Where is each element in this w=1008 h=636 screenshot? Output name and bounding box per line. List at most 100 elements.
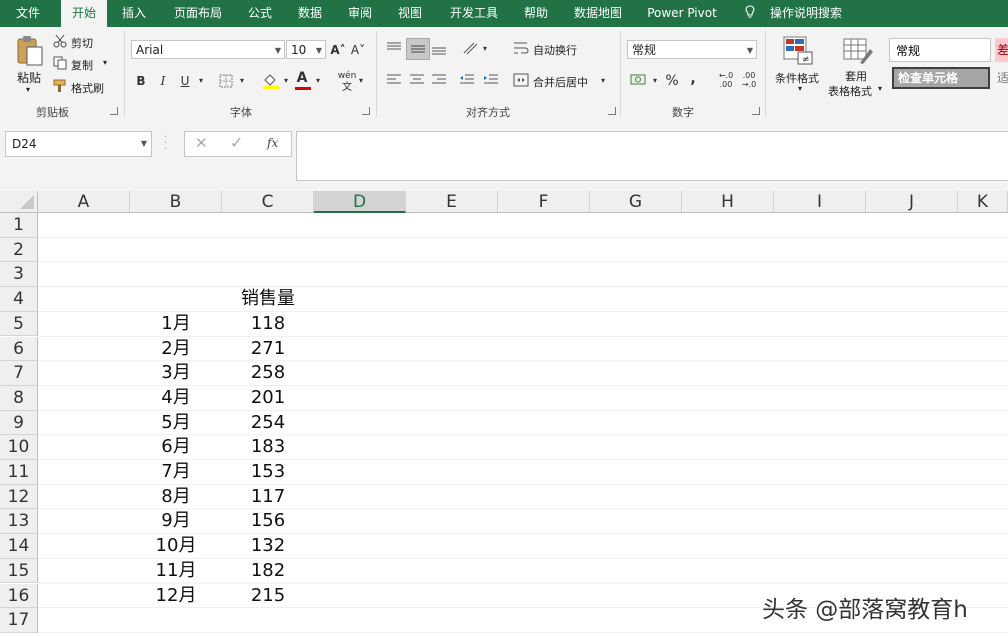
cell-sales[interactable]: 182 xyxy=(222,559,314,584)
chevron-down-icon[interactable]: ▼ xyxy=(141,132,147,156)
column-header-g[interactable]: G xyxy=(590,191,682,213)
column-header-f[interactable]: F xyxy=(498,191,590,213)
italic-button[interactable]: I xyxy=(155,72,171,90)
enter-icon[interactable]: ✓ xyxy=(230,133,243,152)
cell-sales[interactable]: 258 xyxy=(222,361,314,386)
cell-style-bad[interactable]: 差 xyxy=(995,38,1008,62)
font-name-select[interactable]: Arial ▼ xyxy=(131,40,285,59)
cell-sales[interactable]: 215 xyxy=(222,584,314,609)
row-header-1[interactable]: 1 xyxy=(0,213,38,238)
cell-sales[interactable]: 118 xyxy=(222,312,314,337)
column-header-d[interactable]: D xyxy=(314,191,406,213)
align-right-icon[interactable] xyxy=(431,73,447,87)
orientation-dropdown-icon[interactable]: ▾ xyxy=(480,40,490,58)
bold-button[interactable]: B xyxy=(133,72,149,90)
paste-button[interactable]: 粘贴 xyxy=(17,69,41,86)
cell-month[interactable]: 9月 xyxy=(130,509,222,534)
cell-c4-header[interactable]: 销售量 xyxy=(222,287,314,312)
cell-style-normal[interactable]: 常规 xyxy=(889,38,991,62)
tab-insert[interactable]: 插入 xyxy=(114,0,154,27)
copy-dropdown-icon[interactable]: ▾ xyxy=(103,58,107,67)
row-header-12[interactable]: 12 xyxy=(0,484,38,510)
font-size-select[interactable]: 10 ▼ xyxy=(286,40,326,59)
row-header-15[interactable]: 15 xyxy=(0,558,38,584)
cell-sales[interactable]: 117 xyxy=(222,485,314,510)
comma-style-button[interactable]: , xyxy=(687,70,699,88)
orientation-icon[interactable] xyxy=(462,39,480,57)
tab-view[interactable]: 视图 xyxy=(390,0,430,27)
tab-help[interactable]: 帮助 xyxy=(516,0,556,27)
font-color-dropdown-icon[interactable]: ▾ xyxy=(313,72,323,90)
column-header-b[interactable]: B xyxy=(130,191,222,213)
shrink-font-button[interactable]: A˅ xyxy=(350,41,366,59)
format-as-table-icon[interactable] xyxy=(842,35,874,65)
cell-sales[interactable]: 156 xyxy=(222,509,314,534)
cell-sales[interactable]: 271 xyxy=(222,337,314,362)
more-options-icon[interactable]: · · · xyxy=(164,133,168,155)
row-header-4[interactable]: 4 xyxy=(0,287,38,312)
align-bottom-icon[interactable] xyxy=(431,40,447,56)
cell-month[interactable]: 11月 xyxy=(130,559,222,584)
row-header-7[interactable]: 7 xyxy=(0,361,38,386)
wrap-text-icon[interactable] xyxy=(513,40,529,56)
font-color-icon[interactable]: A xyxy=(293,69,311,87)
cell-month[interactable]: 8月 xyxy=(130,485,222,510)
clipboard-launcher-icon[interactable] xyxy=(110,107,118,115)
wrap-text-button[interactable]: 自动换行 xyxy=(533,42,577,58)
decrease-decimal-button[interactable]: .00 →.0 xyxy=(737,71,761,89)
percent-style-button[interactable]: % xyxy=(664,72,680,90)
row-header-16[interactable]: 16 xyxy=(0,583,38,609)
tab-power-pivot[interactable]: Power Pivot xyxy=(640,0,724,27)
cell-sales[interactable]: 254 xyxy=(222,411,314,436)
format-painter-icon[interactable] xyxy=(53,79,67,93)
fill-color-icon[interactable] xyxy=(262,72,280,90)
cell-month[interactable]: 12月 xyxy=(130,584,222,609)
cell-month[interactable]: 2月 xyxy=(130,337,222,362)
row-header-8[interactable]: 8 xyxy=(0,385,38,411)
row-header-5[interactable]: 5 xyxy=(0,311,38,337)
copy-icon[interactable] xyxy=(53,56,67,70)
merge-dropdown-icon[interactable]: ▾ xyxy=(598,72,608,90)
tell-me-search[interactable]: 操作说明搜索 xyxy=(766,0,846,27)
row-header-6[interactable]: 6 xyxy=(0,336,38,362)
tab-developer[interactable]: 开发工具 xyxy=(444,0,504,27)
name-box[interactable]: D24 ▼ xyxy=(5,131,152,157)
cell-sales[interactable]: 183 xyxy=(222,435,314,460)
cell-grid[interactable]: 销售量 1月 2月 3月 4月 5月 6月 7月 8月 9月 10月 11月 12月 118 271 258 2… xyxy=(38,213,1008,636)
alignment-launcher-icon[interactable] xyxy=(608,107,616,115)
merge-center-icon[interactable] xyxy=(513,73,529,87)
cell-month[interactable]: 10月 xyxy=(130,534,222,559)
conditional-formatting-button[interactable]: 条件格式 xyxy=(775,70,819,86)
cell-style-check-cell[interactable]: 检查单元格 xyxy=(892,67,990,89)
cell-month[interactable]: 4月 xyxy=(130,386,222,411)
conditional-dropdown-icon[interactable]: ▾ xyxy=(798,84,802,93)
phonetic-dropdown-icon[interactable]: ▾ xyxy=(356,72,366,90)
formula-input[interactable] xyxy=(296,131,1008,181)
format-as-table-button[interactable]: 表格格式 xyxy=(828,83,872,99)
tab-review[interactable]: 审阅 xyxy=(340,0,380,27)
format-as-table-dropdown-icon[interactable]: ▾ xyxy=(878,84,882,93)
accounting-dropdown-icon[interactable]: ▾ xyxy=(650,72,660,90)
increase-indent-icon[interactable] xyxy=(483,73,499,87)
cell-style-neutral[interactable]: 适 xyxy=(995,67,1008,89)
align-center-icon[interactable] xyxy=(409,73,425,87)
column-header-c[interactable]: C xyxy=(222,191,314,213)
row-header-3[interactable]: 3 xyxy=(0,262,38,288)
borders-dropdown-icon[interactable]: ▾ xyxy=(237,72,247,90)
row-header-2[interactable]: 2 xyxy=(0,237,38,263)
insert-function-icon[interactable]: fx xyxy=(267,136,278,150)
borders-icon[interactable] xyxy=(219,74,233,88)
increase-decimal-button[interactable]: ←.0 .00 xyxy=(714,71,738,89)
tab-home[interactable]: 开始 xyxy=(61,0,107,28)
cell-sales[interactable]: 153 xyxy=(222,460,314,485)
cell-month[interactable]: 3月 xyxy=(130,361,222,386)
cancel-icon[interactable]: ✕ xyxy=(195,134,208,152)
accounting-format-icon[interactable] xyxy=(630,72,648,88)
cell-month[interactable]: 5月 xyxy=(130,411,222,436)
align-left-icon[interactable] xyxy=(386,73,402,87)
font-launcher-icon[interactable] xyxy=(362,107,370,115)
number-launcher-icon[interactable] xyxy=(752,107,760,115)
tab-page-layout[interactable]: 页面布局 xyxy=(166,0,230,27)
fill-color-dropdown-icon[interactable]: ▾ xyxy=(281,72,291,90)
conditional-formatting-icon[interactable]: ≠ xyxy=(782,35,814,65)
